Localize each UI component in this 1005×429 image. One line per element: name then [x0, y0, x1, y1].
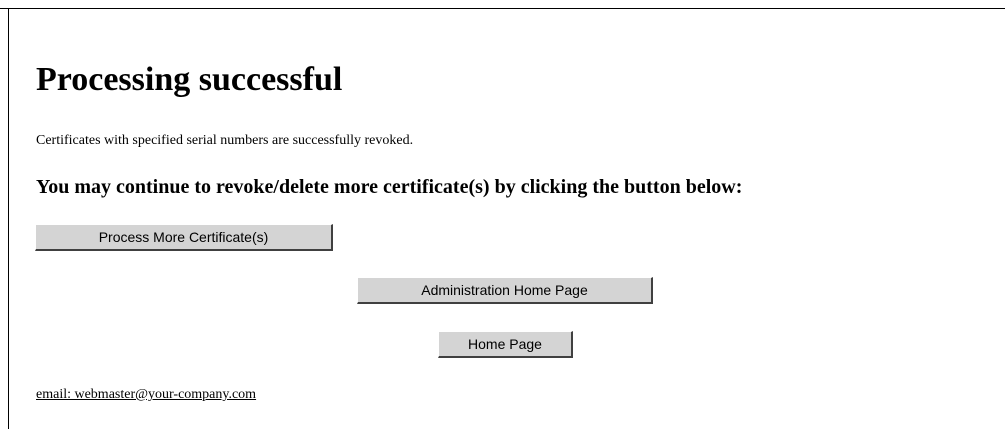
instruction-heading: You may continue to revoke/delete more c… — [36, 176, 743, 198]
success-message: Certificates with specified serial numbe… — [36, 133, 414, 148]
home-page-button[interactable]: Home Page — [438, 331, 573, 358]
process-more-certificates-button[interactable]: Process More Certificate(s) — [35, 224, 333, 251]
frame-left-border — [8, 8, 9, 429]
page-title: Processing successful — [36, 61, 343, 98]
administration-home-page-button[interactable]: Administration Home Page — [357, 277, 653, 304]
webmaster-email-link[interactable]: email: webmaster@your-company.com — [36, 386, 256, 404]
frame-top-border — [0, 8, 1005, 9]
